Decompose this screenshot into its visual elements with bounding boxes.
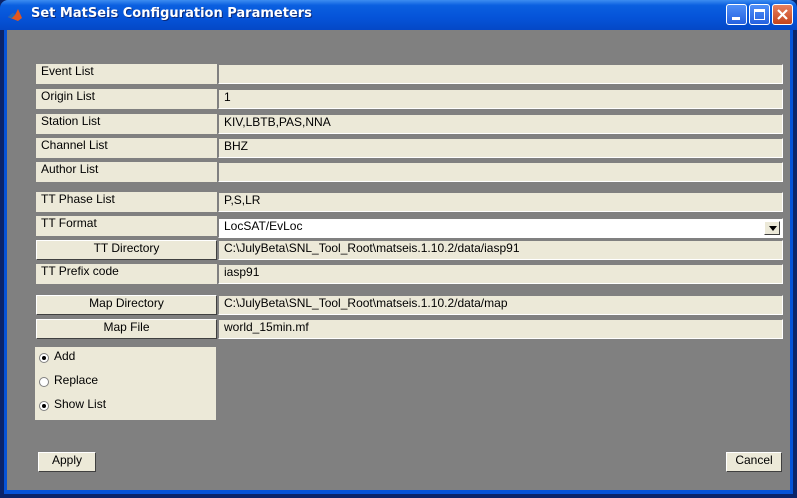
tt-directory-button[interactable]: TT Directory: [36, 240, 217, 260]
channel-list-field[interactable]: BHZ: [218, 138, 783, 158]
channel-list-label: Channel List: [36, 138, 217, 158]
minimize-icon: [732, 17, 740, 20]
map-file-field[interactable]: world_15min.mf: [218, 319, 783, 339]
tt-prefix-code-field[interactable]: iasp91: [218, 264, 783, 284]
config-window: Set MatSeis Configuration Parameters Eve…: [0, 0, 797, 498]
tt-phase-list-label: TT Phase List: [36, 192, 217, 212]
maximize-icon: [754, 9, 765, 20]
station-list-label: Station List: [36, 114, 217, 134]
origin-list-field[interactable]: 1: [218, 89, 783, 109]
close-icon: [777, 9, 788, 20]
chevron-down-icon[interactable]: [764, 221, 780, 235]
map-directory-field[interactable]: C:\JulyBeta\SNL_Tool_Root\matseis.1.10.2…: [218, 295, 783, 315]
radio-show-list-indicator[interactable]: [39, 401, 49, 411]
title-bar[interactable]: Set MatSeis Configuration Parameters: [0, 0, 797, 30]
map-file-button[interactable]: Map File: [36, 319, 217, 339]
tt-format-label: TT Format: [36, 216, 217, 236]
event-list-label: Event List: [36, 64, 217, 84]
station-list-field[interactable]: KIV,LBTB,PAS,NNA: [218, 114, 783, 134]
origin-list-label: Origin List: [36, 89, 217, 109]
radio-replace-label: Replace: [54, 373, 99, 387]
radio-add-indicator[interactable]: [39, 353, 49, 363]
tt-phase-list-field[interactable]: P,S,LR: [218, 192, 783, 212]
maximize-button[interactable]: [749, 4, 770, 25]
matlab-logo-icon: [8, 9, 22, 21]
radio-add-label: Add: [54, 349, 76, 363]
event-list-field[interactable]: [218, 64, 783, 84]
author-list-field[interactable]: [218, 162, 783, 182]
tt-format-value: LocSAT/EvLoc: [224, 219, 303, 233]
author-list-label: Author List: [36, 162, 217, 182]
cancel-button[interactable]: Cancel: [726, 452, 782, 472]
minimize-button[interactable]: [726, 4, 747, 25]
tt-prefix-code-label: TT Prefix code: [36, 264, 217, 284]
close-button[interactable]: [772, 4, 793, 25]
tt-directory-field[interactable]: C:\JulyBeta\SNL_Tool_Root\matseis.1.10.2…: [218, 240, 783, 260]
window-title: Set MatSeis Configuration Parameters: [31, 6, 312, 21]
radio-show-list-label: Show List: [54, 397, 107, 411]
dialog-body: Event List Origin List 1 Station List KI…: [4, 30, 793, 494]
mode-radio-group: Add Replace Show List: [35, 347, 216, 420]
map-directory-button[interactable]: Map Directory: [36, 295, 217, 315]
radio-replace-indicator[interactable]: [39, 377, 49, 387]
tt-format-select[interactable]: LocSAT/EvLoc: [218, 218, 783, 238]
apply-button[interactable]: Apply: [38, 452, 96, 472]
